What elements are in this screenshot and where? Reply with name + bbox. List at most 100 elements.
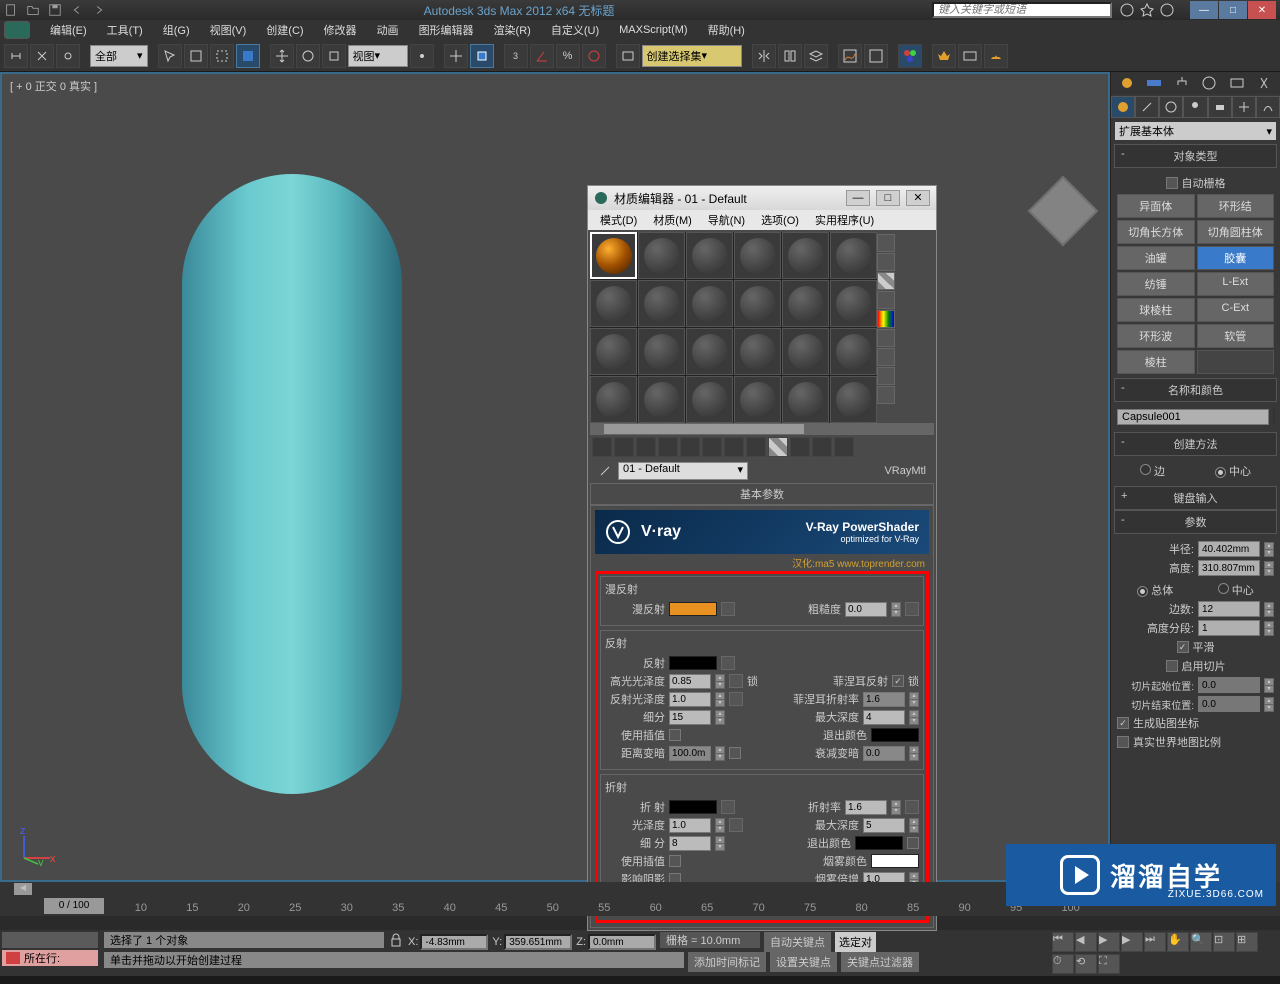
menu-edit[interactable]: 编辑(E) bbox=[40, 20, 97, 40]
mat-menu-material[interactable]: 材质(M) bbox=[645, 210, 700, 230]
motion-icon[interactable] bbox=[1200, 74, 1218, 92]
named-selection-dropdown[interactable]: 创建选择集 ▾ bbox=[642, 45, 742, 67]
backlight-icon[interactable] bbox=[877, 253, 895, 271]
refr-subdiv-spinner[interactable]: 8 bbox=[669, 836, 711, 851]
material-slot[interactable] bbox=[830, 232, 877, 279]
lext-button[interactable]: L-Ext bbox=[1197, 272, 1275, 296]
zoom-all-icon[interactable]: ⊡ bbox=[1213, 932, 1235, 952]
modify-tab[interactable] bbox=[1135, 96, 1159, 118]
select-by-mat-icon[interactable] bbox=[877, 367, 895, 385]
key-filter-button[interactable]: 关键点过滤器 bbox=[841, 952, 919, 972]
app-menu-icon[interactable] bbox=[4, 21, 30, 39]
fresnel-checkbox[interactable] bbox=[892, 675, 904, 687]
link-icon[interactable] bbox=[4, 44, 28, 68]
time-config-icon[interactable]: ⏱ bbox=[1052, 954, 1074, 974]
save-icon[interactable] bbox=[48, 3, 62, 17]
helpers-tab[interactable] bbox=[1232, 96, 1256, 118]
material-hscroll[interactable] bbox=[590, 423, 934, 435]
refl-exit-color-swatch[interactable] bbox=[871, 728, 919, 742]
smooth-checkbox[interactable] bbox=[1177, 641, 1189, 653]
hose-button[interactable]: 软管 bbox=[1197, 324, 1275, 348]
selected-key-button[interactable]: 选定对 bbox=[835, 932, 876, 952]
refl-interp-checkbox[interactable] bbox=[669, 729, 681, 741]
schematic-view-icon[interactable] bbox=[864, 44, 888, 68]
select-region-icon[interactable] bbox=[210, 44, 234, 68]
spinner-snap-icon[interactable] bbox=[582, 44, 606, 68]
object-type-header[interactable]: -对象类型 bbox=[1114, 144, 1277, 168]
display-icon[interactable] bbox=[1228, 74, 1246, 92]
material-slot[interactable] bbox=[782, 280, 829, 327]
menu-view[interactable]: 视图(V) bbox=[200, 20, 257, 40]
slice-to-spinner[interactable]: 0.0 bbox=[1198, 696, 1260, 712]
diffuse-map-button[interactable] bbox=[721, 602, 735, 616]
dim-dist-spinner[interactable]: 100.0m bbox=[669, 746, 711, 761]
refract-map-button[interactable] bbox=[721, 800, 735, 814]
geometry-type-dropdown[interactable]: 扩展基本体▾ bbox=[1115, 122, 1276, 140]
hedra-button[interactable]: 异面体 bbox=[1117, 194, 1195, 218]
scale-icon[interactable] bbox=[322, 44, 346, 68]
mat-map-nav-icon[interactable] bbox=[877, 386, 895, 404]
pick-material-icon[interactable] bbox=[598, 464, 612, 478]
preview-icon[interactable] bbox=[877, 329, 895, 347]
systems-tab[interactable] bbox=[1256, 96, 1280, 118]
material-slot[interactable] bbox=[782, 232, 829, 279]
dim-falloff-spinner[interactable]: 0.0 bbox=[863, 746, 905, 761]
refl-gloss-spinner[interactable]: 1.0 bbox=[669, 692, 711, 707]
window-crossing-icon[interactable] bbox=[236, 44, 260, 68]
material-slot[interactable] bbox=[734, 280, 781, 327]
redo-icon[interactable] bbox=[92, 3, 106, 17]
name-color-header[interactable]: -名称和颜色 bbox=[1114, 378, 1277, 402]
edge-radio[interactable] bbox=[1140, 464, 1151, 475]
hilight-gloss-spinner[interactable]: 0.85 bbox=[669, 674, 711, 689]
render-icon[interactable] bbox=[984, 44, 1008, 68]
mat-id-icon[interactable] bbox=[746, 437, 766, 457]
autokey-button[interactable]: 自动关键点 bbox=[764, 932, 831, 952]
menu-tools[interactable]: 工具(T) bbox=[97, 20, 153, 40]
snap-3d-icon[interactable]: 3 bbox=[504, 44, 528, 68]
lock-icon[interactable] bbox=[388, 932, 404, 948]
slice-from-spinner[interactable]: 0.0 bbox=[1198, 677, 1260, 693]
material-slot[interactable] bbox=[686, 376, 733, 423]
menu-create[interactable]: 创建(C) bbox=[256, 20, 313, 40]
bind-icon[interactable] bbox=[56, 44, 80, 68]
create-method-header[interactable]: -创建方法 bbox=[1114, 432, 1277, 456]
oiltank-button[interactable]: 油罐 bbox=[1117, 246, 1195, 270]
move-icon[interactable] bbox=[270, 44, 294, 68]
mat-menu-mode[interactable]: 模式(D) bbox=[592, 210, 645, 230]
info-icon[interactable] bbox=[1160, 3, 1174, 17]
sides-spinner[interactable]: 12 bbox=[1198, 601, 1260, 617]
refr-maxdepth-spinner[interactable]: 5 bbox=[863, 818, 905, 833]
chamferbox-button[interactable]: 切角长方体 bbox=[1117, 220, 1195, 244]
reflect-map-button[interactable] bbox=[721, 656, 735, 670]
mat-menu-util[interactable]: 实用程序(U) bbox=[807, 210, 882, 230]
align-icon[interactable] bbox=[778, 44, 802, 68]
zoom-extents-icon[interactable]: ⊞ bbox=[1236, 932, 1258, 952]
curve-editor-icon[interactable] bbox=[838, 44, 862, 68]
help-icon[interactable] bbox=[1120, 3, 1134, 17]
manipulate-icon[interactable] bbox=[444, 44, 468, 68]
material-slot[interactable] bbox=[830, 280, 877, 327]
material-slot[interactable] bbox=[830, 376, 877, 423]
capsule-object[interactable] bbox=[182, 174, 402, 794]
layers-icon[interactable] bbox=[804, 44, 828, 68]
refl-maxdepth-spinner[interactable]: 4 bbox=[863, 710, 905, 725]
autogrid-checkbox[interactable] bbox=[1166, 177, 1178, 189]
reset-icon[interactable] bbox=[658, 437, 678, 457]
min-max-icon[interactable]: ⛶ bbox=[1098, 954, 1120, 974]
radius-spinner[interactable]: 40.402mm bbox=[1198, 541, 1260, 557]
open-icon[interactable] bbox=[26, 3, 40, 17]
render-frame-icon[interactable] bbox=[958, 44, 982, 68]
material-editor-icon[interactable] bbox=[898, 44, 922, 68]
mat-menu-nav[interactable]: 导航(N) bbox=[700, 210, 753, 230]
menu-group[interactable]: 组(G) bbox=[153, 20, 200, 40]
fog-color-swatch[interactable] bbox=[871, 854, 919, 868]
make-unique-icon[interactable] bbox=[702, 437, 722, 457]
selection-filter-dropdown[interactable]: 全部 ▾ bbox=[90, 45, 148, 67]
mat-menu-options[interactable]: 选项(O) bbox=[753, 210, 807, 230]
realworld-checkbox[interactable] bbox=[1117, 736, 1129, 748]
show-map-icon[interactable] bbox=[768, 437, 788, 457]
material-slot[interactable] bbox=[734, 232, 781, 279]
utilities-icon[interactable] bbox=[1255, 74, 1273, 92]
material-slot[interactable] bbox=[686, 232, 733, 279]
material-slot[interactable] bbox=[734, 376, 781, 423]
